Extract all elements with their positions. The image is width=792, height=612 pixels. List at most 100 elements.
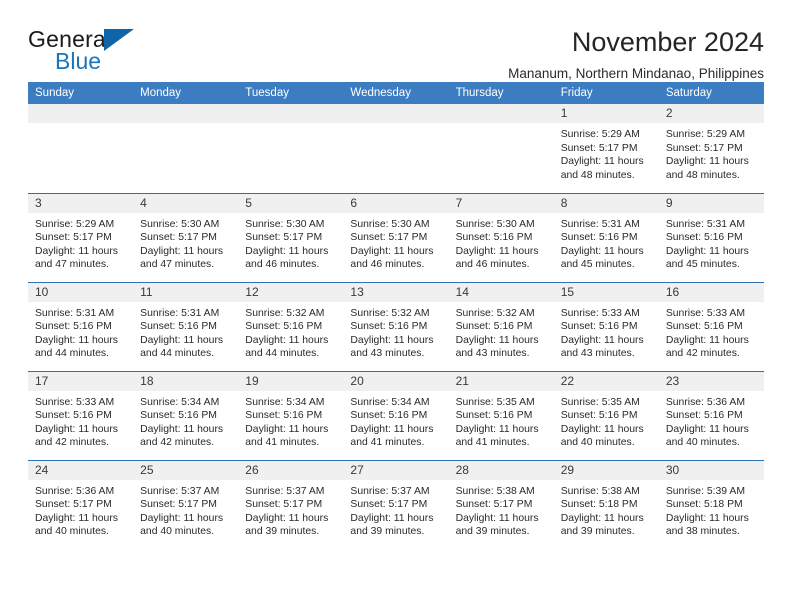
calendar-day-cell[interactable]: 10 Sunrise: 5:31 AM Sunset: 5:16 PM Dayligh… [28,281,134,371]
calendar-day-cell[interactable]: 1 Sunrise: 5:29 AM Sunset: 5:17 PM Daylight… [553,104,659,193]
sunrise-text: Sunrise: 5:34 AM [245,396,325,408]
day-number: 19 [238,371,344,391]
calendar-day-cell[interactable]: 26 Sunrise: 5:37 AM Sunset: 5:17 PM Dayligh… [238,459,344,549]
calendar-day-cell[interactable]: 9 Sunrise: 5:31 AM Sunset: 5:16 PM Daylight… [658,192,764,282]
sunset-text: Sunset: 5:17 PM [35,499,112,511]
calendar-day-cell[interactable]: 3 Sunrise: 5:29 AM Sunset: 5:17 PM Daylight… [28,192,134,282]
sunset-text: Sunset: 5:17 PM [350,232,428,244]
daylight-text: Daylight: 11 hours and 39 minutes. [245,512,329,538]
sunrise-text: Sunrise: 5:37 AM [140,485,220,497]
sunset-text: Sunset: 5:16 PM [455,232,533,244]
sunset-text: Sunset: 5:18 PM [665,499,743,511]
sunset-text: Sunset: 5:16 PM [560,321,638,333]
sunset-text: Sunset: 5:17 PM [245,499,323,511]
triangle-flag-icon [104,29,134,51]
calendar-week-row: 24 Sunrise: 5:36 AM Sunset: 5:17 PM Dayligh… [28,459,764,549]
day-details: Sunrise: 5:31 AM Sunset: 5:16 PM Daylight:… [554,213,659,272]
calendar-cell-empty [448,104,554,193]
calendar-day-cell[interactable]: 7 Sunrise: 5:30 AM Sunset: 5:16 PM Daylight… [448,192,554,282]
calendar-day-cell[interactable]: 21 Sunrise: 5:35 AM Sunset: 5:16 PM Dayligh… [448,370,554,460]
day-details: Sunrise: 5:30 AM Sunset: 5:17 PM Daylight:… [133,213,238,272]
day-number: 5 [238,193,344,213]
day-details: Sunrise: 5:32 AM Sunset: 5:16 PM Daylight:… [449,302,554,361]
sunset-text: Sunset: 5:16 PM [245,410,323,422]
sunrise-text: Sunrise: 5:36 AM [665,396,745,408]
calendar-day-cell[interactable]: 8 Sunrise: 5:31 AM Sunset: 5:16 PM Daylight… [553,192,659,282]
sunrise-text: Sunrise: 5:38 AM [560,485,640,497]
day-number: 8 [553,193,659,213]
day-details: Sunrise: 5:39 AM Sunset: 5:18 PM Daylight:… [659,480,764,539]
day-number: 3 [28,193,134,213]
sunrise-text: Sunrise: 5:30 AM [140,218,220,230]
daylight-text: Daylight: 11 hours and 40 minutes. [665,423,749,449]
calendar-day-cell[interactable]: 22 Sunrise: 5:35 AM Sunset: 5:16 PM Dayligh… [553,370,659,460]
sunrise-text: Sunrise: 5:32 AM [245,307,325,319]
day-number: 13 [343,282,449,302]
sunrise-text: Sunrise: 5:35 AM [455,396,535,408]
calendar-day-cell[interactable]: 20 Sunrise: 5:34 AM Sunset: 5:16 PM Dayligh… [343,370,449,460]
calendar-day-cell[interactable]: 5 Sunrise: 5:30 AM Sunset: 5:17 PM Daylight… [238,192,344,282]
sunrise-text: Sunrise: 5:32 AM [455,307,535,319]
calendar-day-cell[interactable]: 27 Sunrise: 5:37 AM Sunset: 5:17 PM Dayligh… [343,459,449,549]
sunrise-text: Sunrise: 5:29 AM [560,129,640,140]
day-details: Sunrise: 5:32 AM Sunset: 5:16 PM Daylight:… [343,302,448,361]
day-details: Sunrise: 5:32 AM Sunset: 5:16 PM Daylight:… [238,302,343,361]
weekday-header-friday: Friday [553,82,659,104]
calendar-day-cell[interactable]: 4 Sunrise: 5:30 AM Sunset: 5:17 PM Daylight… [133,192,239,282]
sunrise-text: Sunrise: 5:34 AM [350,396,430,408]
sunrise-text: Sunrise: 5:35 AM [560,396,640,408]
day-details: Sunrise: 5:31 AM Sunset: 5:16 PM Daylight:… [659,213,764,272]
calendar-day-cell[interactable]: 11 Sunrise: 5:31 AM Sunset: 5:16 PM Dayligh… [133,281,239,371]
daylight-text: Daylight: 11 hours and 46 minutes. [455,245,539,271]
day-number: 10 [28,282,134,302]
weekday-header-thursday: Thursday [448,82,554,104]
calendar-day-cell[interactable]: 13 Sunrise: 5:32 AM Sunset: 5:16 PM Dayligh… [343,281,449,371]
calendar-day-cell[interactable]: 29 Sunrise: 5:38 AM Sunset: 5:18 PM Dayligh… [553,459,659,549]
calendar-day-cell[interactable]: 15 Sunrise: 5:33 AM Sunset: 5:16 PM Dayligh… [553,281,659,371]
calendar-day-cell[interactable]: 16 Sunrise: 5:33 AM Sunset: 5:16 PM Dayligh… [658,281,764,371]
calendar-day-cell[interactable]: 25 Sunrise: 5:37 AM Sunset: 5:17 PM Dayligh… [133,459,239,549]
sunset-text: Sunset: 5:16 PM [350,321,428,333]
day-number: 29 [553,460,659,480]
calendar-week-row: 10 Sunrise: 5:31 AM Sunset: 5:16 PM Dayligh… [28,281,764,371]
day-number: 23 [658,371,764,391]
calendar-day-cell[interactable]: 19 Sunrise: 5:34 AM Sunset: 5:16 PM Dayligh… [238,370,344,460]
daylight-text: Daylight: 11 hours and 43 minutes. [350,334,434,360]
calendar-day-cell[interactable]: 6 Sunrise: 5:30 AM Sunset: 5:17 PM Daylight… [343,192,449,282]
sunset-text: Sunset: 5:17 PM [245,232,323,244]
calendar-day-cell[interactable]: 23 Sunrise: 5:36 AM Sunset: 5:16 PM Dayligh… [658,370,764,460]
brand-logo[interactable]: General Blue [28,26,148,78]
calendar-day-cell[interactable]: 30 Sunrise: 5:39 AM Sunset: 5:18 PM Dayligh… [658,459,764,549]
daylight-text: Daylight: 11 hours and 42 minutes. [35,423,118,449]
daylight-text: Daylight: 11 hours and 41 minutes. [350,423,434,449]
day-number: 15 [553,282,659,302]
calendar-day-cell[interactable]: 2 Sunrise: 5:29 AM Sunset: 5:17 PM Daylight… [658,104,764,193]
day-number: 12 [238,282,344,302]
day-details: Sunrise: 5:37 AM Sunset: 5:17 PM Daylight:… [343,480,448,539]
daylight-text: Daylight: 11 hours and 43 minutes. [455,334,539,360]
day-number: 18 [133,371,239,391]
calendar-day-cell[interactable]: 24 Sunrise: 5:36 AM Sunset: 5:17 PM Dayligh… [28,459,134,549]
day-number [28,104,134,123]
sunset-text: Sunset: 5:16 PM [455,321,533,333]
sunrise-text: Sunrise: 5:30 AM [455,218,535,230]
calendar-day-cell[interactable]: 14 Sunrise: 5:32 AM Sunset: 5:16 PM Dayligh… [448,281,554,371]
daylight-text: Daylight: 11 hours and 41 minutes. [455,423,539,449]
day-number: 14 [448,282,554,302]
daylight-text: Daylight: 11 hours and 47 minutes. [35,245,118,271]
sunrise-text: Sunrise: 5:31 AM [560,218,640,230]
sunrise-text: Sunrise: 5:31 AM [35,307,115,319]
day-number: 17 [28,371,134,391]
calendar-day-cell[interactable]: 12 Sunrise: 5:32 AM Sunset: 5:16 PM Dayligh… [238,281,344,371]
sunset-text: Sunset: 5:18 PM [560,499,638,511]
sunset-text: Sunset: 5:17 PM [455,499,533,511]
calendar-day-cell[interactable]: 18 Sunrise: 5:34 AM Sunset: 5:16 PM Dayligh… [133,370,239,460]
day-number: 28 [448,460,554,480]
calendar-day-cell[interactable]: 28 Sunrise: 5:38 AM Sunset: 5:17 PM Dayligh… [448,459,554,549]
daylight-text: Daylight: 11 hours and 45 minutes. [560,245,644,271]
day-number: 21 [448,371,554,391]
day-number: 11 [133,282,239,302]
daylight-text: Daylight: 11 hours and 44 minutes. [140,334,224,360]
day-number [448,104,554,123]
calendar-day-cell[interactable]: 17 Sunrise: 5:33 AM Sunset: 5:16 PM Dayligh… [28,370,134,460]
